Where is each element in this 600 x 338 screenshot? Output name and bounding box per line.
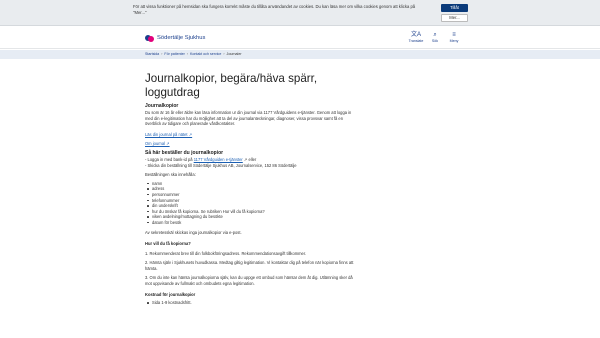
breadcrumb-item-patients[interactable]: För patienter (164, 52, 184, 56)
logo-icon (145, 34, 155, 43)
breadcrumb-item-current: Journaler (226, 52, 242, 56)
order-heading: Så här beställer du journalkopior (145, 149, 224, 156)
breadcrumb: Startsida › För patienter › Kontakt och serv… (145, 52, 242, 56)
section-heading-journalkopior: Journalkopior (145, 103, 179, 109)
cookie-accept-button[interactable]: Tillåt (441, 4, 468, 12)
breadcrumb-item-home[interactable]: Startsida (145, 52, 159, 56)
menu-label: Meny (449, 39, 459, 43)
search-label: Sök (431, 39, 439, 43)
site-header: Södertälje Sjukhus 文A Translate ⌕ Sök ≡ … (0, 27, 600, 49)
search-button[interactable]: ⌕ Sök (427, 31, 443, 44)
logo[interactable]: Södertälje Sjukhus (145, 33, 205, 43)
menu-button[interactable]: ≡ Meny (446, 31, 462, 44)
page-title: Journalkopior, begära/häva spärr, loggut… (145, 72, 318, 99)
translate-label: Translate (408, 39, 424, 43)
list-item: datum för besök (145, 220, 360, 226)
main-content: Journalkopior, begära/häva spärr, loggut… (145, 72, 360, 306)
translate-button[interactable]: 文A Translate (408, 31, 424, 44)
search-icon: ⌕ (433, 32, 437, 38)
header-tools: 文A Translate ⌕ Sök ≡ Meny (408, 31, 465, 44)
required-info-list: namn adress personnummer telefonnummer d… (145, 181, 360, 226)
breadcrumb-bar: Startsida › För patienter › Kontakt och serv… (0, 50, 600, 59)
menu-icon: ≡ (452, 32, 456, 38)
how-option-3: 3. Om du inte kan hämta journalkopiorna … (145, 275, 353, 287)
logo-text: Södertälje Sjukhus (157, 35, 206, 41)
list-item: Sida 1-9 kostnadsfritt. (145, 300, 360, 306)
translate-icon: 文A (410, 32, 421, 38)
e-services-link[interactable]: 1177 Vårdguiden e-tjänster (194, 157, 243, 162)
breadcrumb-item-contact[interactable]: Kontakt och service (190, 52, 221, 56)
intro-paragraph: Du som är 16 år eller äldre kan läsa inf… (145, 110, 352, 127)
cost-list: Sida 1-9 kostnadsfritt. (145, 300, 360, 306)
how-option-2: 2. Hämta själv i Sjukhusets huvudkassa. … (145, 260, 354, 271)
cookie-banner: För att vissa funktioner på hemsidan ska… (0, 0, 600, 26)
cookie-more-button[interactable]: Mer... (441, 14, 468, 22)
cookie-text: För att vissa funktioner på hemsidan ska… (133, 4, 416, 15)
